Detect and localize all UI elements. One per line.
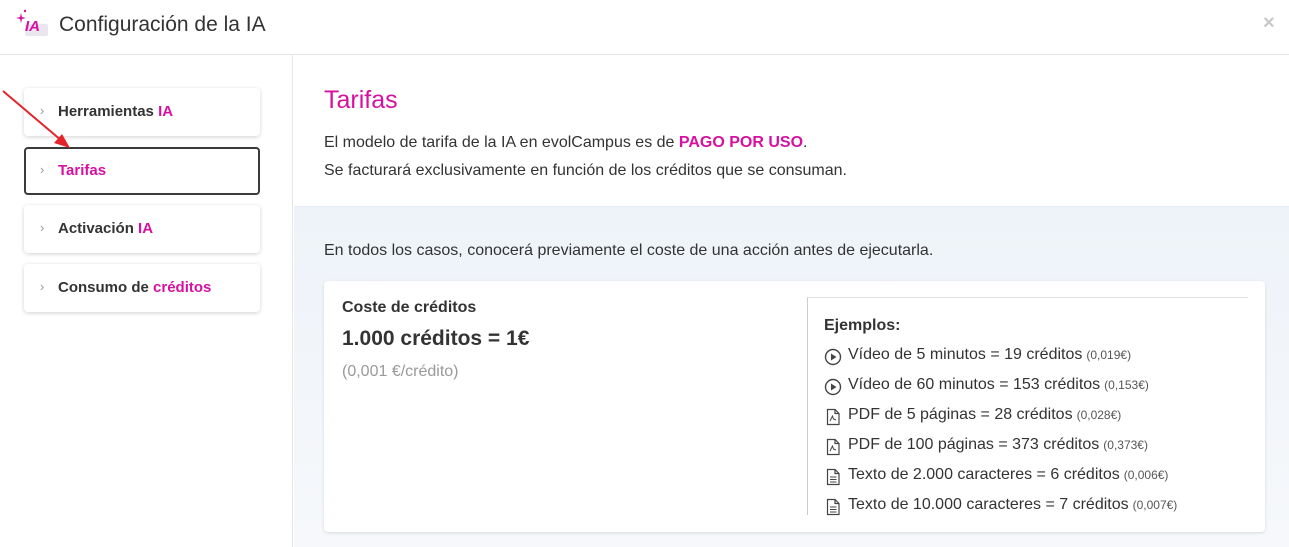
example-text: PDF de 5 páginas = 28 créditos — [848, 406, 1073, 423]
chevron-right-icon: › — [40, 279, 45, 294]
example-text: Texto de 2.000 caracteres = 6 créditos — [848, 466, 1120, 483]
play-circle-icon — [824, 378, 842, 396]
examples-heading: Ejemplos: — [824, 317, 901, 334]
text-file-icon — [826, 498, 840, 516]
pricing-model-text: El modelo de tarifa de la IA en evolCamp… — [324, 134, 808, 151]
examples-panel: Ejemplos: Vídeo de 5 minutos = 19 crédit… — [807, 297, 1248, 516]
page-title: Tarifas — [324, 86, 398, 114]
example-price: (0,006€) — [1123, 468, 1169, 482]
example-text: Texto de 10.000 caracteres = 7 créditos — [848, 496, 1129, 513]
main-content: Tarifas El modelo de tarifa de la IA en … — [294, 55, 1289, 547]
cost-card: Coste de créditos 1.000 créditos = 1€ (0… — [324, 281, 1265, 532]
details-section: En todos los casos, conocerá previamente… — [294, 206, 1289, 547]
annotation-arrow-icon — [2, 90, 70, 148]
text-file-icon — [826, 468, 840, 486]
example-text: Vídeo de 60 minutos = 153 créditos — [848, 376, 1101, 393]
example-price: (0,019€) — [1086, 348, 1132, 362]
example-price: (0,373€) — [1103, 438, 1148, 452]
example-price: (0,153€) — [1104, 378, 1149, 392]
example-text: PDF de 100 páginas = 373 créditos — [848, 436, 1100, 453]
sidebar-item-consumo-creditos[interactable]: › Consumo de créditos — [24, 264, 260, 312]
chevron-right-icon: › — [40, 162, 45, 177]
sidebar-item-label: Tarifas — [58, 162, 107, 179]
example-price: (0,028€) — [1076, 408, 1122, 422]
pdf-file-icon — [826, 408, 840, 426]
modal-title: Configuración de la IA — [59, 13, 266, 36]
chevron-right-icon: › — [40, 220, 45, 235]
example-text: Vídeo de 5 minutos = 19 créditos — [848, 346, 1083, 363]
billing-text: Se facturará exclusivamente en función d… — [324, 162, 847, 179]
play-circle-icon — [824, 348, 842, 366]
cost-per-credit: (0,001 €/crédito) — [342, 363, 459, 380]
close-icon[interactable]: × — [1263, 13, 1275, 33]
cost-note: En todos los casos, conocerá previamente… — [324, 242, 934, 259]
sidebar-item-label: Activación IA — [58, 220, 154, 237]
example-price: (0,007€) — [1132, 498, 1178, 512]
ia-logo-icon: IA — [16, 9, 48, 36]
sidebar-item-label: Consumo de créditos — [58, 279, 212, 296]
cost-rate: 1.000 créditos = 1€ — [342, 327, 530, 350]
pricing-model-highlight: PAGO POR USO — [678, 134, 804, 151]
sidebar-item-activacion-ia[interactable]: › Activación IA — [24, 205, 260, 253]
logo-text: IA — [25, 18, 40, 35]
modal-header: IA Configuración de la IA × — [0, 0, 1289, 55]
cost-heading: Coste de créditos — [342, 299, 477, 316]
intro-section: Tarifas El modelo de tarifa de la IA en … — [294, 55, 1289, 206]
pdf-file-icon — [826, 438, 840, 456]
